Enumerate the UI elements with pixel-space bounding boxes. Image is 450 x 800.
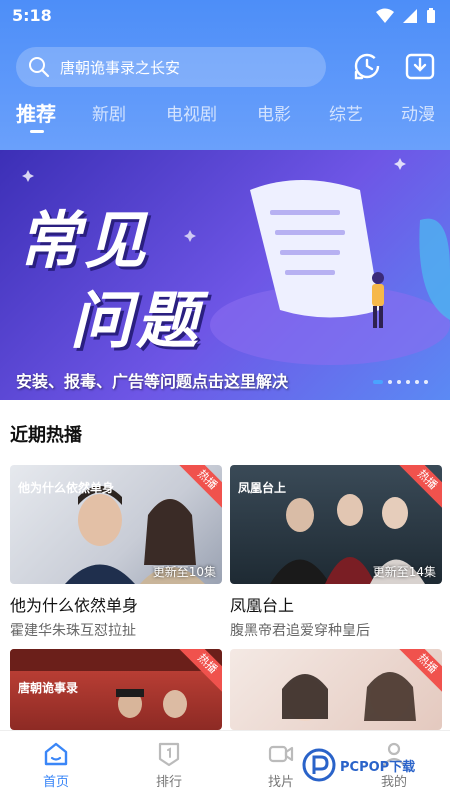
tab-anime[interactable]: 动漫 bbox=[401, 100, 435, 125]
poster-title-text: 唐朝诡事录 bbox=[18, 681, 79, 695]
tab-new-drama[interactable]: 新剧 bbox=[92, 100, 126, 125]
drama-card[interactable]: 唐朝诡事录 热播 bbox=[10, 649, 222, 730]
video-icon bbox=[268, 745, 294, 763]
drama-poster: 他为什么依然单身 热播 更新至10集 bbox=[10, 465, 222, 584]
search-bar[interactable]: 唐朝诡事录之长安 bbox=[16, 47, 326, 87]
wifi-icon bbox=[376, 8, 394, 23]
nav-home[interactable]: 首页 bbox=[26, 741, 86, 790]
banner-dot bbox=[424, 380, 428, 384]
banner-pagination bbox=[373, 380, 428, 384]
faq-banner[interactable]: 常见 问题 安装、报毒、广告等问题点击这里解决 bbox=[0, 150, 450, 400]
banner-dot-active bbox=[373, 380, 383, 384]
drama-poster: 唐朝诡事录 热播 bbox=[10, 649, 222, 730]
history-icon[interactable] bbox=[351, 50, 383, 82]
banner-dot bbox=[388, 380, 392, 384]
watermark: PCPOP下载 bbox=[302, 748, 415, 782]
episode-count: 更新至14集 bbox=[372, 565, 436, 579]
battery-icon bbox=[427, 8, 435, 23]
pcpop-logo-icon bbox=[302, 748, 336, 782]
banner-dot bbox=[406, 380, 410, 384]
nav-home-label: 首页 bbox=[42, 775, 69, 790]
drama-subtitle: 霍建华朱珠互怼拉扯 bbox=[10, 623, 136, 639]
nav-find-label: 找片 bbox=[267, 775, 294, 790]
status-icons bbox=[376, 8, 436, 24]
banner-caption: 安装、报毒、广告等问题点击这里解决 bbox=[16, 372, 289, 391]
nav-ranking[interactable]: 排行 bbox=[139, 741, 199, 790]
search-icon bbox=[29, 57, 50, 78]
category-tabs: 推荐 新剧 电视剧 电影 综艺 动漫 bbox=[0, 100, 450, 140]
banner-title-line1: 常见 bbox=[18, 204, 151, 277]
home-icon bbox=[44, 742, 68, 766]
episode-count: 更新至10集 bbox=[152, 565, 216, 579]
signal-icon bbox=[403, 9, 417, 23]
drama-card[interactable]: 凤凰台上 热播 更新至14集 凤凰台上 腹黑帝君追爱穿种皇后 bbox=[230, 465, 442, 640]
drama-poster: 凤凰台上 热播 更新至14集 bbox=[230, 465, 442, 584]
nav-ranking-label: 排行 bbox=[155, 775, 182, 790]
drama-poster: 热播 bbox=[230, 649, 442, 730]
tab-tv-series[interactable]: 电视剧 bbox=[166, 100, 217, 125]
banner-title-line2: 问题 bbox=[70, 284, 203, 357]
drama-title: 他为什么依然单身 bbox=[10, 596, 139, 615]
download-icon[interactable] bbox=[404, 50, 436, 82]
status-bar: 5:18 bbox=[0, 0, 450, 32]
poster-title-text: 他为什么依然单身 bbox=[18, 481, 115, 495]
banner-dot bbox=[415, 380, 419, 384]
drama-card[interactable]: 他为什么依然单身 热播 更新至10集 他为什么依然单身 霍建华朱珠互怼拉扯 bbox=[10, 465, 222, 640]
drama-title: 凤凰台上 bbox=[230, 596, 295, 615]
drama-card[interactable]: 热播 bbox=[230, 649, 442, 730]
active-tab-indicator bbox=[30, 130, 44, 133]
banner-dot bbox=[397, 380, 401, 384]
section-title: 近期热播 bbox=[10, 425, 82, 446]
watermark-text: PCPOP下载 bbox=[340, 759, 416, 775]
drama-subtitle: 腹黑帝君追爱穿种皇后 bbox=[230, 623, 370, 639]
tab-variety[interactable]: 综艺 bbox=[329, 100, 363, 125]
status-time: 5:18 bbox=[12, 6, 52, 25]
tab-recommend[interactable]: 推荐 bbox=[16, 98, 56, 127]
poster-title-text: 凤凰台上 bbox=[238, 481, 287, 495]
poster-figures bbox=[282, 672, 416, 721]
tab-movie[interactable]: 电影 bbox=[257, 100, 291, 125]
ranking-icon bbox=[158, 742, 180, 767]
search-placeholder: 唐朝诡事录之长安 bbox=[60, 58, 181, 77]
